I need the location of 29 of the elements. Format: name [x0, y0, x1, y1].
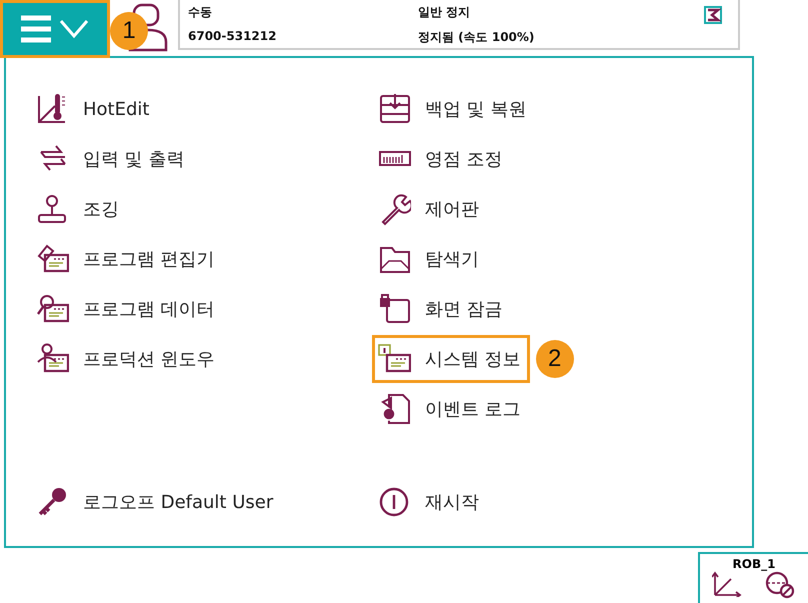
callout-badge: 1	[110, 12, 148, 50]
menu-item[interactable]: 이벤트 로그	[372, 385, 530, 433]
robot-unit-panel[interactable]: ROB_1	[698, 552, 808, 603]
mode-text: 수동	[188, 4, 213, 21]
menu-item[interactable]: 프로덕션 윈도우	[30, 335, 224, 383]
menu-item[interactable]: HotEdit	[30, 85, 158, 133]
menu-item[interactable]: 탐색기	[372, 235, 488, 283]
menu-item[interactable]: 제어판	[372, 185, 488, 233]
coordinate-axes-icon	[712, 571, 742, 597]
menu-item[interactable]: 시스템 정보	[372, 335, 530, 383]
menu-item[interactable]: 백업 및 복원	[372, 85, 536, 133]
system-name: 6700-531212	[188, 29, 278, 43]
menu-button[interactable]	[0, 0, 110, 58]
robot-name: ROB_1	[732, 557, 776, 571]
menu-item[interactable]: 입력 및 출력	[30, 135, 194, 183]
menu-item[interactable]: 프로그램 데이터	[30, 285, 224, 333]
run-state-text: 정지됨 (속도 100%)	[418, 29, 536, 46]
menu-item[interactable]: 로그오프 Default User	[30, 478, 372, 526]
menu-item[interactable]: 영점 조정	[372, 135, 512, 183]
menu-item[interactable]: 재시작	[372, 478, 714, 526]
callout-badge: 2	[536, 340, 574, 378]
user-icon	[126, 2, 170, 52]
speed-limit-icon	[764, 571, 796, 599]
lock-icon	[377, 292, 411, 326]
menu-item[interactable]: 조깅	[30, 185, 128, 233]
menu-item[interactable]: 화면 잠금	[372, 285, 512, 333]
state-text: 일반 정지	[418, 4, 472, 21]
menu-item[interactable]: 프로그램 편집기	[30, 235, 224, 283]
jog-icon	[35, 192, 69, 226]
